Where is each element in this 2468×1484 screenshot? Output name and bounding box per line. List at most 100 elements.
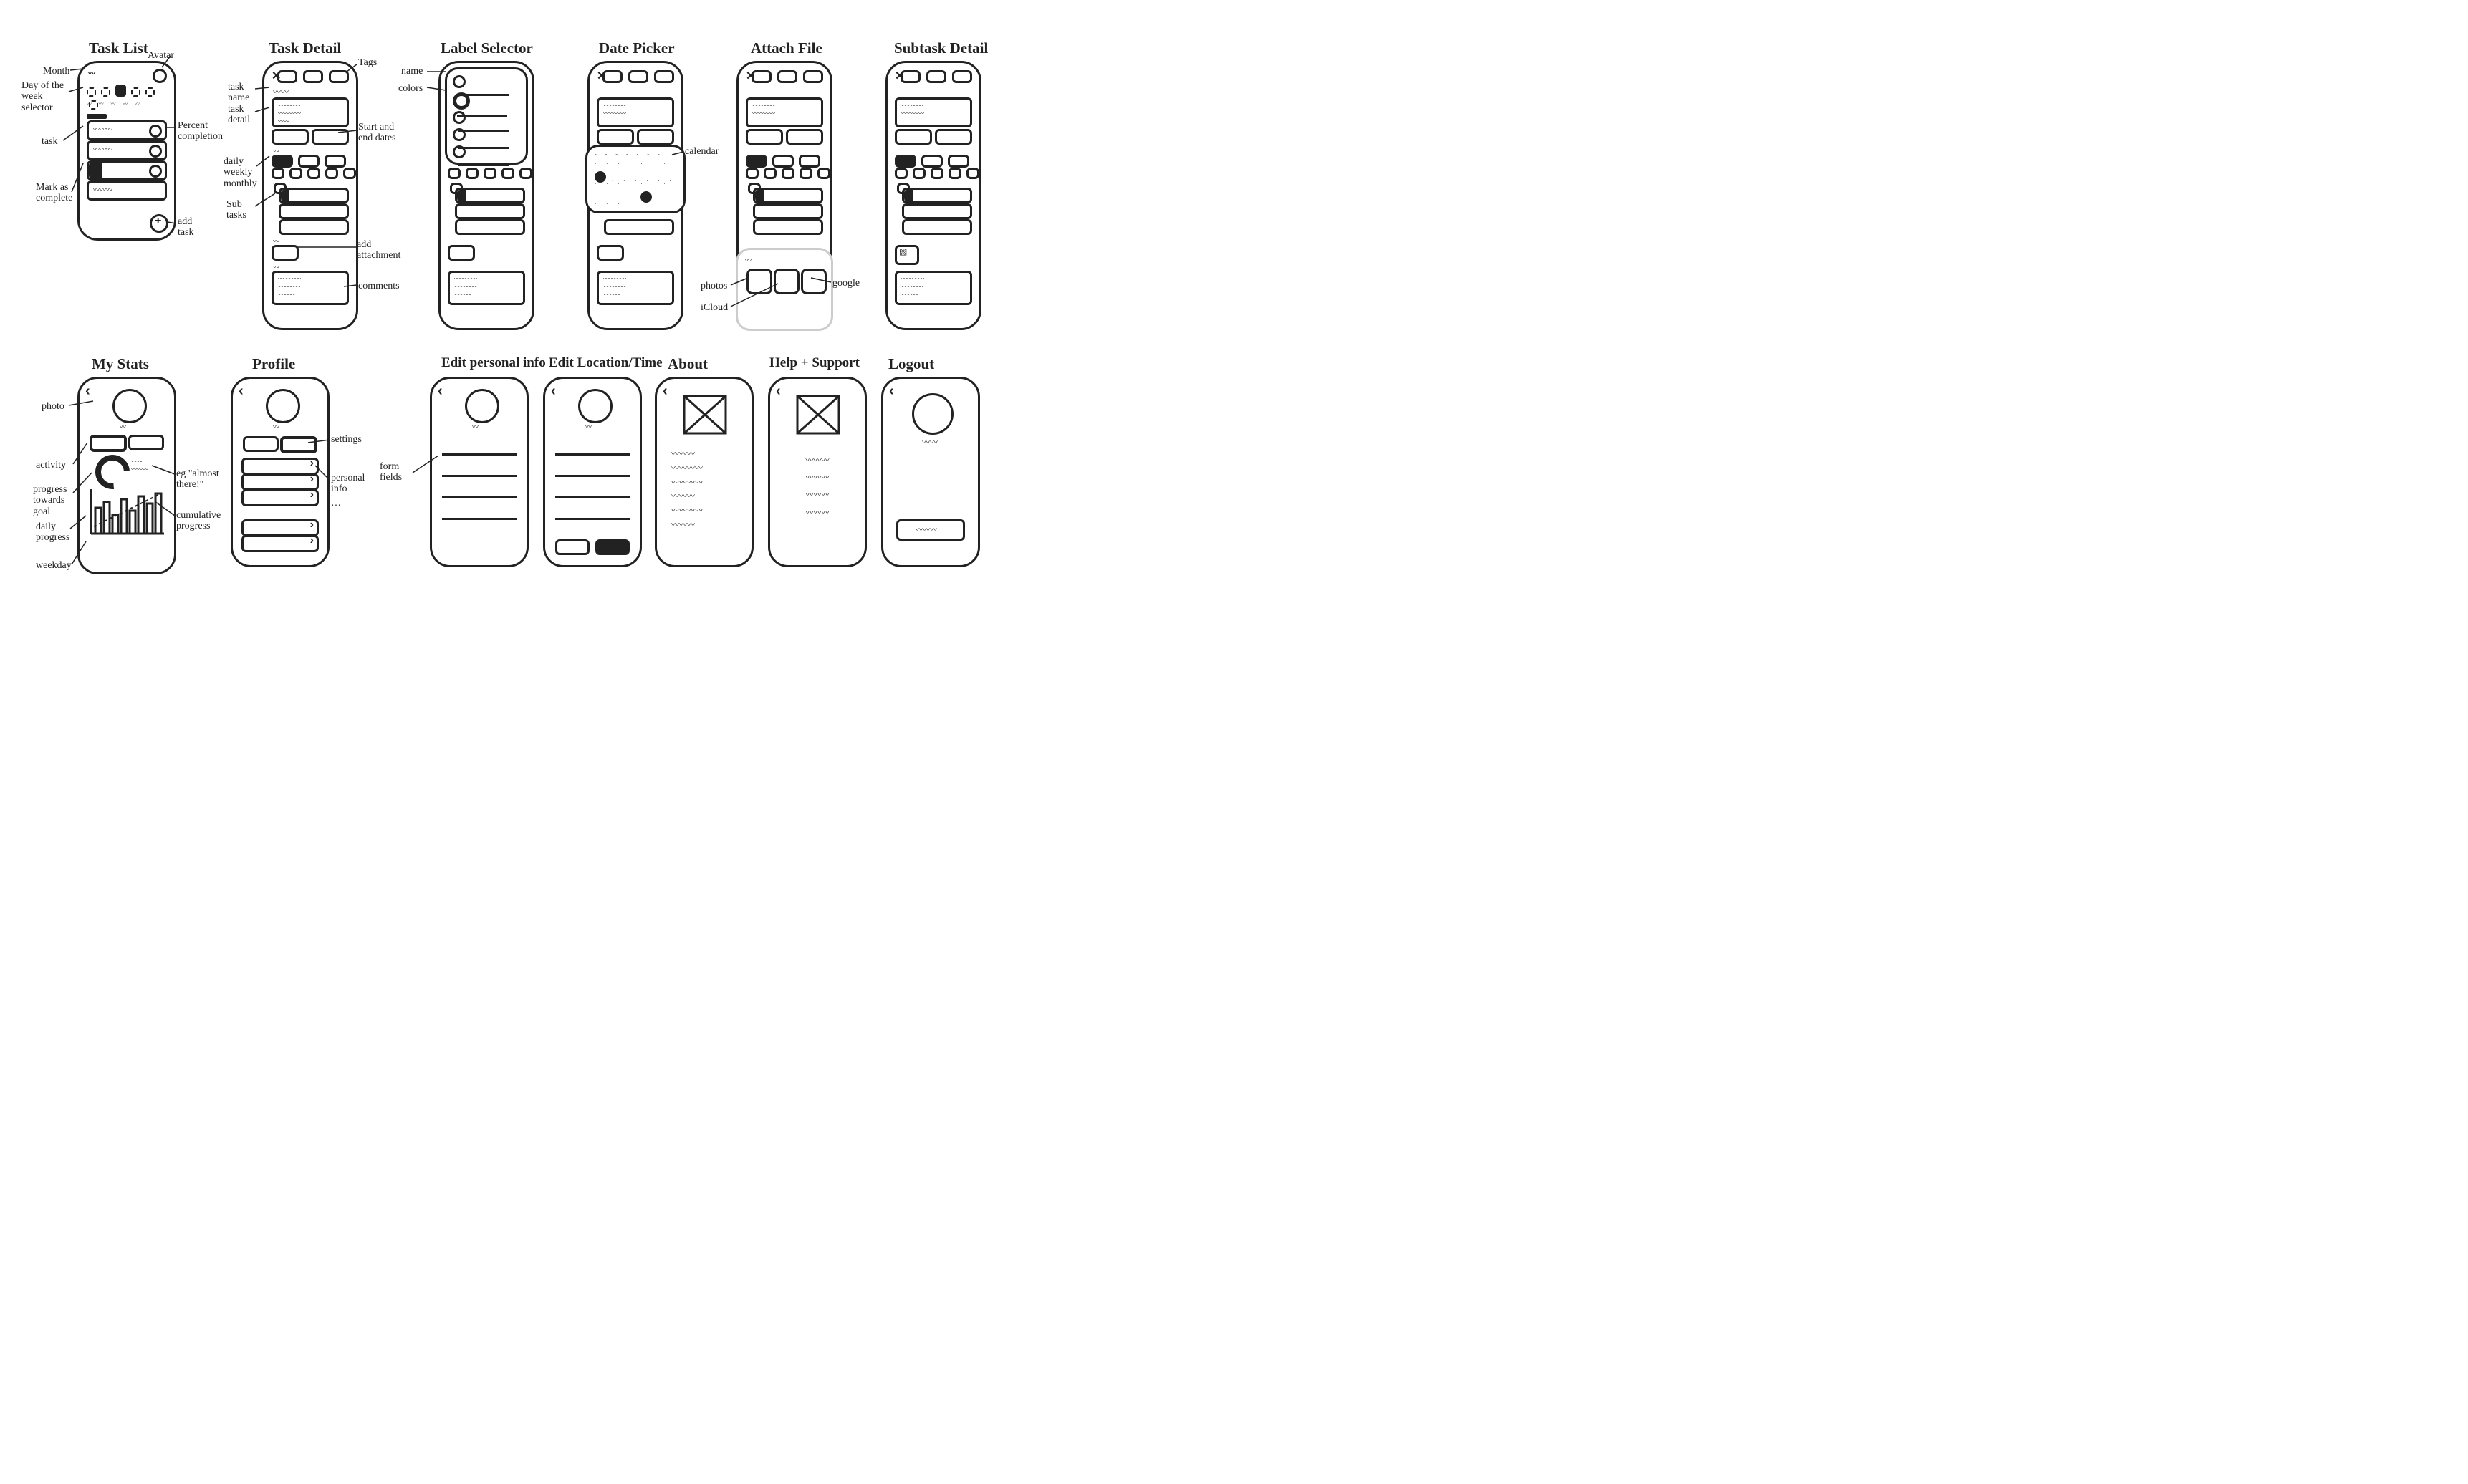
start-date[interactable] <box>272 129 309 145</box>
back-icon[interactable]: ‹ <box>663 383 668 400</box>
back-icon[interactable]: ‹ <box>85 383 90 400</box>
chevron-right-icon: › <box>310 473 314 486</box>
form-field[interactable] <box>555 518 630 520</box>
subtask-item[interactable] <box>279 188 349 203</box>
annot: name <box>401 66 423 77</box>
screen-title: Logout <box>888 355 934 373</box>
phone-date-picker: ✕ 〰〰〰〰〰〰〰〰 - - - - - - - · · · · · · · ·… <box>587 61 683 330</box>
profile-photo[interactable] <box>112 389 147 423</box>
annot: Percent completion <box>178 120 228 143</box>
start-date <box>895 129 932 145</box>
annot: activity <box>36 460 66 471</box>
plus-icon: + <box>155 215 161 228</box>
phone-attach-file: ✕ 〰〰〰〰〰〰〰〰 〰 <box>736 61 832 330</box>
logout-button[interactable]: 〰〰〰 <box>896 519 965 541</box>
chevron-right-icon: › <box>310 488 314 501</box>
task-name[interactable]: 〰〰 <box>273 86 289 97</box>
name-label: 〰〰 <box>922 436 938 448</box>
back-icon[interactable]: ‹ <box>438 383 443 400</box>
profile-photo[interactable] <box>266 389 300 423</box>
annot: daily progress <box>36 521 72 544</box>
attachment-button[interactable] <box>272 245 299 261</box>
list-row[interactable]: › <box>241 489 319 506</box>
task-detail-box: 〰〰〰〰〰〰〰〰 <box>746 97 823 127</box>
task-item[interactable]: 〰〰〰 <box>87 180 167 201</box>
icloud-option[interactable] <box>774 269 800 294</box>
start-date <box>597 129 634 145</box>
annot: personal info <box>331 473 374 495</box>
subtask-item[interactable] <box>279 203 349 219</box>
annot: progress towards goal <box>33 484 76 517</box>
list-row[interactable]: › <box>241 519 319 536</box>
screen-title: Help + Support <box>769 355 860 371</box>
form-field[interactable] <box>442 453 517 456</box>
screen-title: Subtask Detail <box>894 39 988 57</box>
secondary-button[interactable] <box>555 539 590 555</box>
annot: colors <box>398 83 423 94</box>
activity-chip[interactable] <box>90 435 127 452</box>
form-field[interactable] <box>555 496 630 498</box>
back-icon[interactable]: ‹ <box>889 383 894 400</box>
back-icon[interactable]: ‹ <box>776 383 781 400</box>
activity-chip[interactable] <box>128 435 164 450</box>
screen-title: Edit Location/Time <box>549 355 663 371</box>
google-option[interactable] <box>801 269 827 294</box>
form-field[interactable] <box>555 453 630 456</box>
comments-box[interactable]: 〰〰〰〰〰〰〰〰〰〰〰 <box>272 271 349 305</box>
profile-photo <box>912 393 954 435</box>
section-label: 〰 <box>273 179 279 188</box>
calendar-sheet[interactable]: - - - - - - - · · · · · · · · · · · · · … <box>585 145 686 213</box>
day-selector[interactable] <box>87 85 167 113</box>
screen-title: Date Picker <box>599 39 675 57</box>
annot: iCloud <box>701 302 728 313</box>
screen-title: My Stats <box>92 355 149 373</box>
phone-profile: ‹ 〰 › › › › › <box>231 377 330 567</box>
profile-photo[interactable] <box>465 389 499 423</box>
phone-about: ‹ 〰〰〰〰〰〰〰〰〰〰〰〰〰〰〰〰〰〰〰〰〰 <box>655 377 754 567</box>
end-date[interactable] <box>312 129 349 145</box>
primary-button[interactable] <box>595 539 630 555</box>
photos-option[interactable] <box>746 269 772 294</box>
tab[interactable] <box>243 436 279 452</box>
task-detail-box[interactable]: 〰〰〰〰〰〰〰〰〰〰 <box>272 97 349 127</box>
form-field[interactable] <box>442 518 517 520</box>
task-item[interactable]: 〰〰〰 <box>87 120 167 140</box>
screen-title: Task List <box>89 39 148 57</box>
form-field[interactable] <box>442 496 517 498</box>
image-icon: ▧ <box>899 246 907 257</box>
attachment-thumb[interactable]: ▧ <box>895 245 919 265</box>
annot: … <box>331 498 341 509</box>
add-task-button[interactable]: + <box>150 214 168 233</box>
back-icon[interactable]: ‹ <box>551 383 556 400</box>
donut-caption: 〰〰〰〰〰 <box>131 458 167 473</box>
annot: Mark as complete <box>36 182 75 204</box>
weekday-labels: - - - - - - - - <box>91 538 167 544</box>
back-icon[interactable]: ‹ <box>239 383 244 400</box>
form-field[interactable] <box>555 475 630 477</box>
list-row[interactable]: › <box>241 473 319 491</box>
attachment-button <box>597 245 624 261</box>
screen-title: Profile <box>252 355 295 373</box>
list-row[interactable]: › <box>241 535 319 552</box>
task-item-complete[interactable] <box>87 160 167 180</box>
task-item[interactable]: 〰〰〰 <box>87 140 167 160</box>
profile-photo[interactable] <box>578 389 613 423</box>
annot: Sub tasks <box>226 199 256 221</box>
avatar[interactable] <box>153 69 167 83</box>
subtask-item <box>455 203 525 219</box>
subtask-item <box>753 219 823 235</box>
subtask-item <box>753 203 823 219</box>
annot: Tags <box>358 57 377 68</box>
subtask-item[interactable] <box>279 219 349 235</box>
tags-row[interactable] <box>277 70 349 87</box>
tags-row <box>602 70 674 87</box>
chevron-right-icon: › <box>310 457 314 470</box>
task-detail-box: 〰〰〰〰〰〰〰〰 <box>597 97 674 127</box>
complete-toggle[interactable] <box>89 163 102 178</box>
annot: Month <box>43 66 69 77</box>
form-field[interactable] <box>442 475 517 477</box>
list-row[interactable]: › <box>241 458 319 475</box>
annot: calendar <box>685 146 719 157</box>
label-picker-sheet <box>445 67 528 165</box>
tab-settings[interactable] <box>280 436 317 453</box>
